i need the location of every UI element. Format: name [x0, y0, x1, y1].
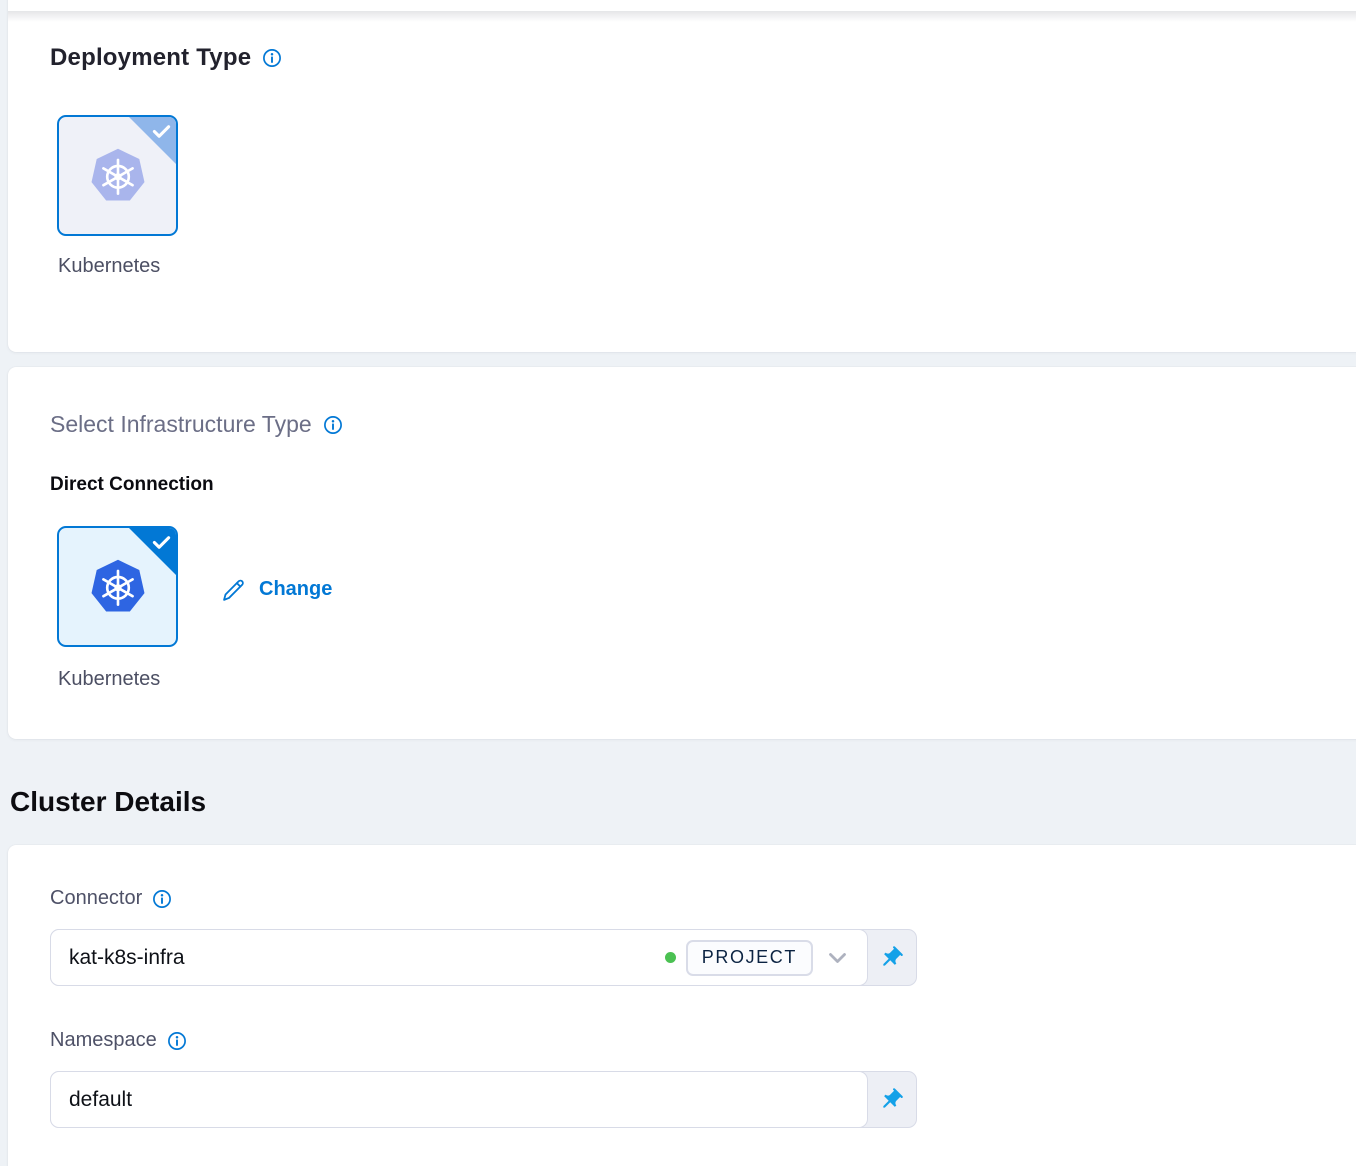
info-icon[interactable] [152, 889, 172, 909]
deployment-config-page: Deployment Type [0, 0, 1356, 1166]
deployment-type-title: Deployment Type [50, 44, 251, 72]
namespace-field-label: Namespace [50, 1029, 187, 1052]
header-shadow [8, 11, 1356, 22]
check-icon [152, 124, 171, 139]
cluster-details-card: Connector PROJECT Namespace [8, 845, 1356, 1166]
cluster-details-heading: Cluster Details [10, 786, 206, 818]
kubernetes-icon [86, 144, 150, 208]
chevron-down-icon[interactable] [825, 948, 850, 968]
namespace-field[interactable] [50, 1071, 868, 1128]
info-icon[interactable] [262, 48, 282, 68]
kubernetes-icon [86, 555, 150, 619]
status-dot [665, 952, 676, 963]
change-label: Change [259, 578, 332, 601]
connector-input-group: PROJECT [50, 929, 917, 986]
namespace-input-group [50, 1071, 917, 1128]
deployment-option-label: Kubernetes [58, 255, 218, 278]
direct-connection-subtitle: Direct Connection [50, 474, 214, 496]
deployment-type-card: Deployment Type [8, 0, 1356, 352]
connector-label: Connector [50, 887, 142, 910]
pin-icon [878, 945, 904, 971]
namespace-pin-button[interactable] [866, 1072, 916, 1127]
infrastructure-type-card: Select Infrastructure Type Direct Connec… [8, 367, 1356, 739]
scope-badge: PROJECT [686, 940, 813, 976]
connector-field-label: Connector [50, 887, 172, 910]
deployment-type-header: Deployment Type [50, 44, 282, 72]
pin-icon [878, 1087, 904, 1113]
infrastructure-option-label: Kubernetes [58, 668, 218, 691]
infrastructure-type-title: Select Infrastructure Type [50, 411, 312, 438]
check-icon [152, 535, 171, 550]
info-icon[interactable] [167, 1031, 187, 1051]
info-icon[interactable] [323, 415, 343, 435]
connector-select[interactable]: PROJECT [50, 929, 868, 986]
connector-pin-button[interactable] [866, 930, 916, 985]
infrastructure-option-kubernetes[interactable] [57, 526, 178, 647]
change-button[interactable]: Change [219, 576, 332, 603]
deployment-option-kubernetes[interactable] [57, 115, 178, 236]
connector-input[interactable] [69, 946, 665, 970]
pencil-icon [219, 576, 246, 603]
infrastructure-type-header: Select Infrastructure Type [50, 411, 343, 438]
namespace-input[interactable] [69, 1088, 850, 1112]
namespace-label: Namespace [50, 1029, 157, 1052]
